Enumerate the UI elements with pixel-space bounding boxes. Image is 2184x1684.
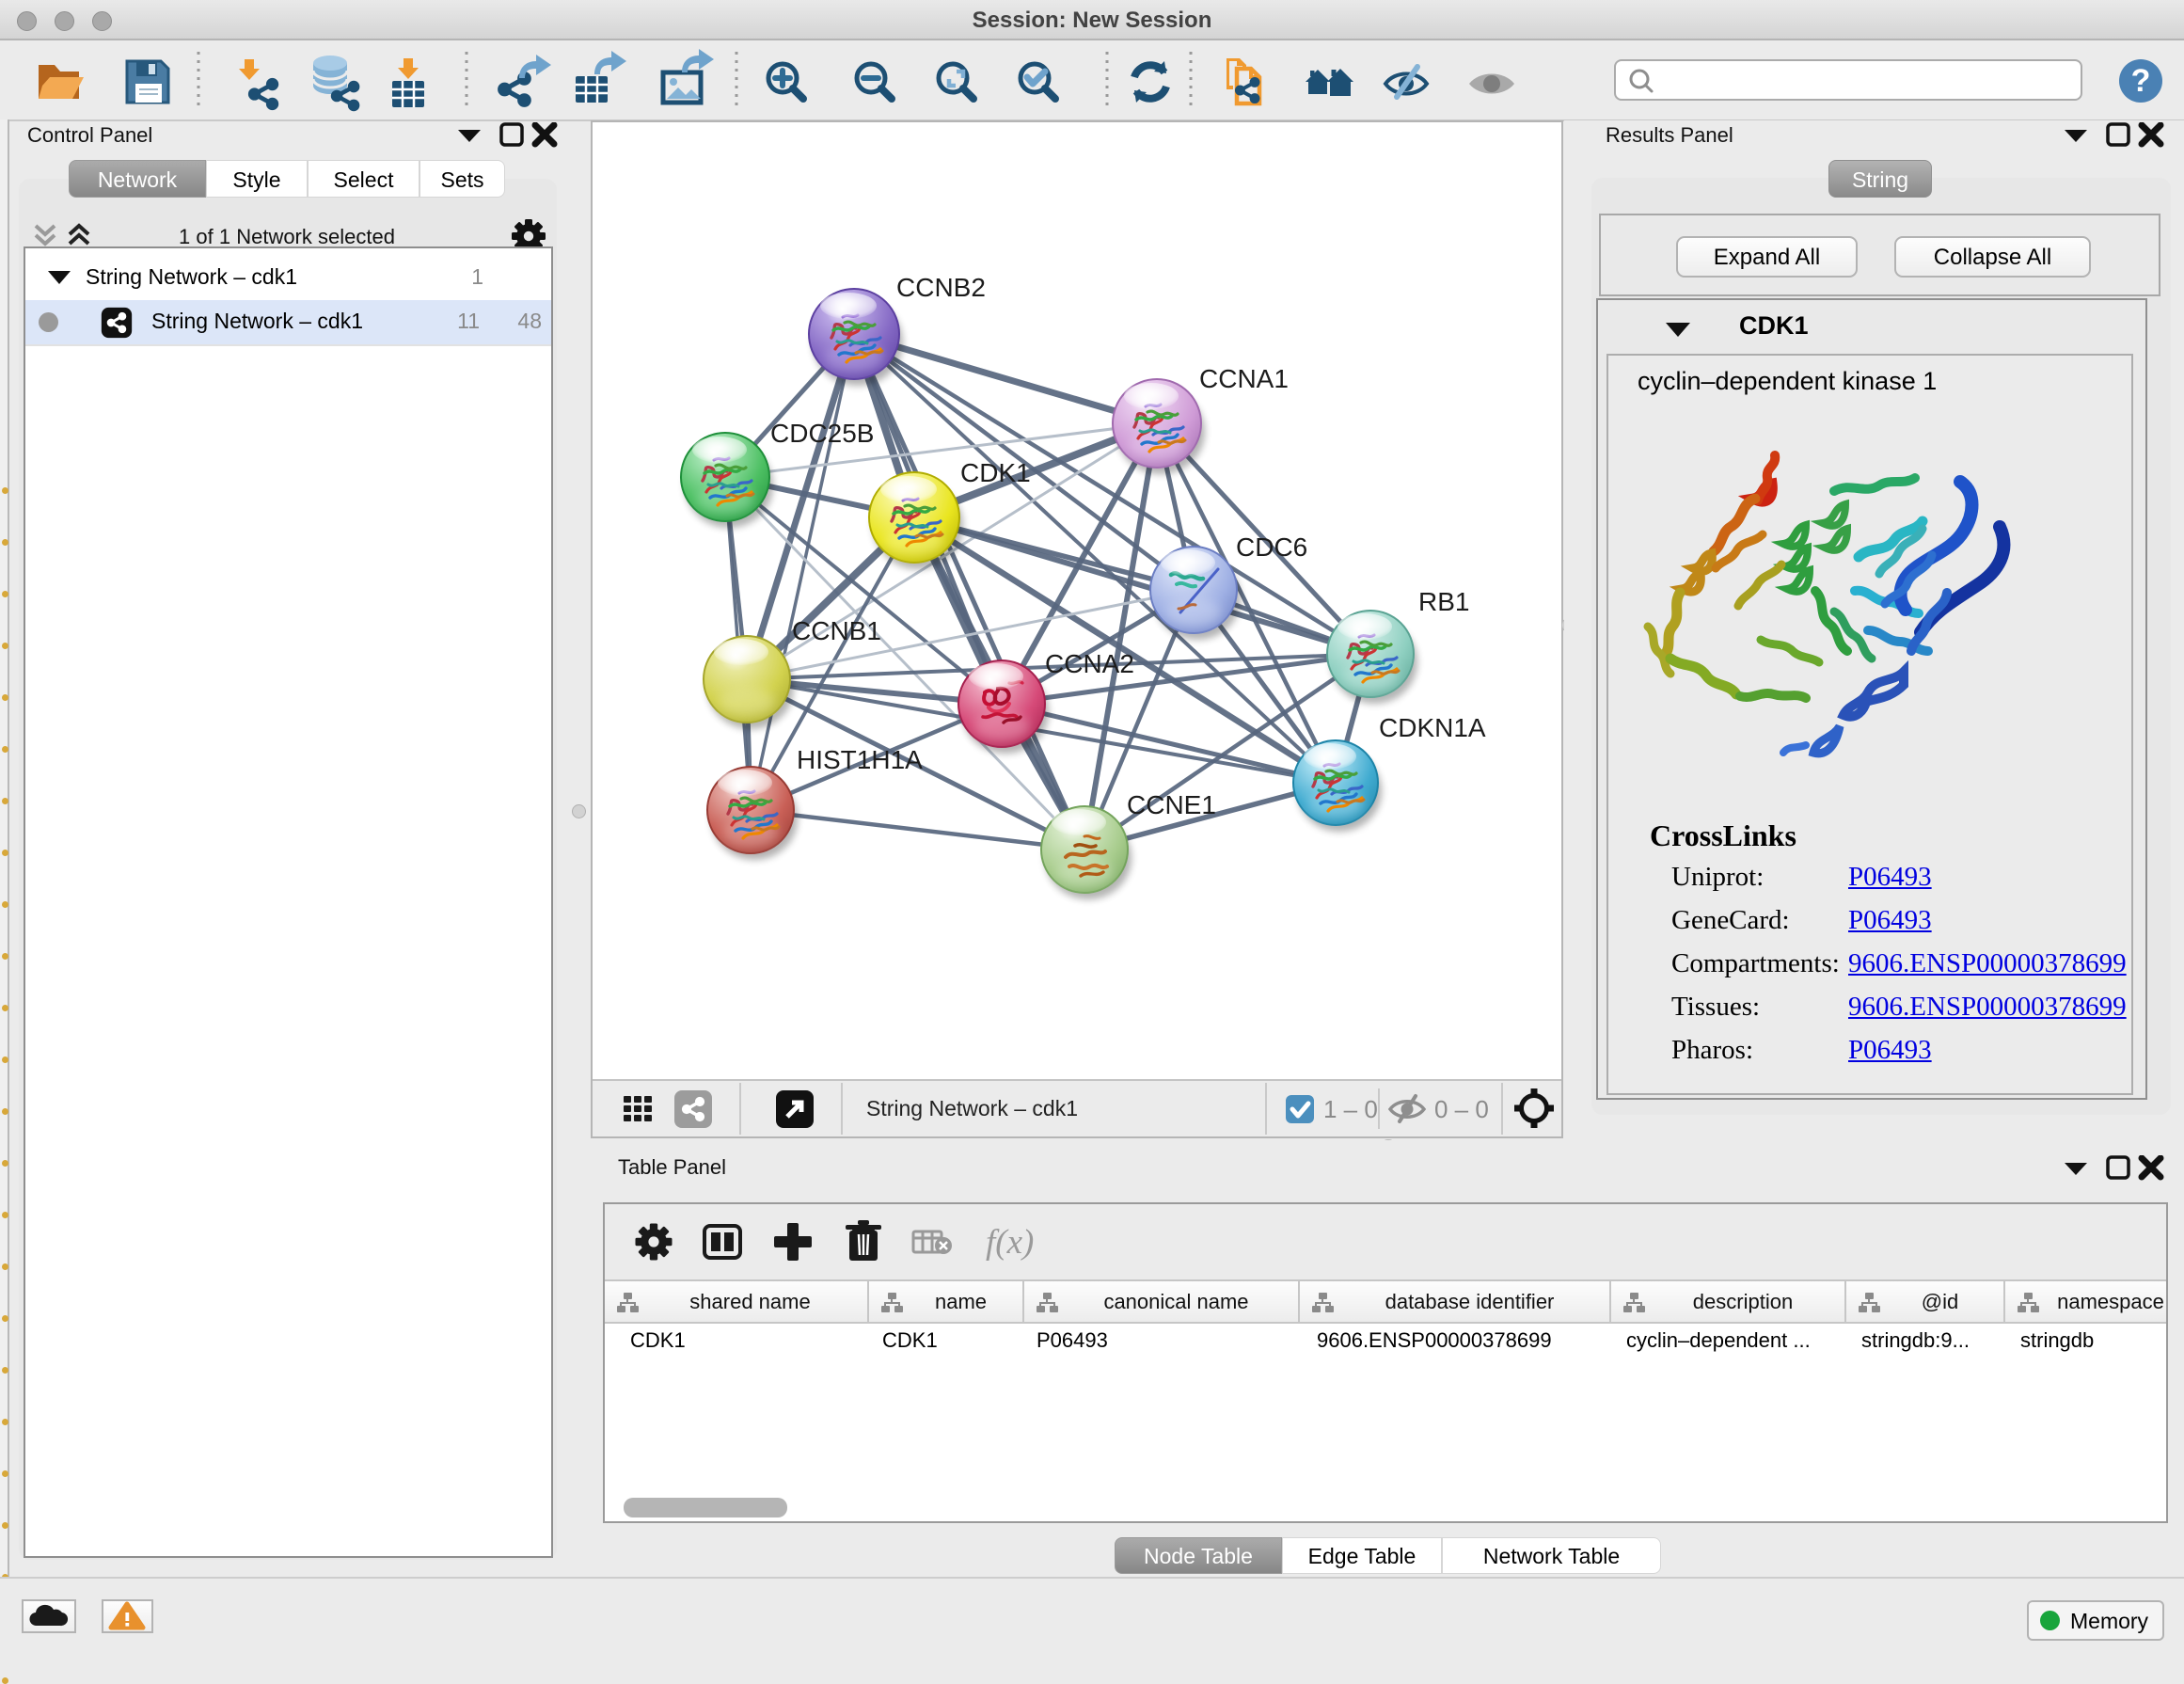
svg-text:?: ? (2131, 63, 2151, 99)
svg-text:f(x): f(x) (986, 1223, 1034, 1262)
svg-text:0 – 0: 0 – 0 (1434, 1095, 1489, 1123)
svg-text:CCNA1: CCNA1 (1199, 364, 1289, 393)
svg-text:CDC6: CDC6 (1236, 532, 1307, 562)
svg-text:CDK1: CDK1 (960, 458, 1031, 487)
svg-text:String Network – cdk1: String Network – cdk1 (866, 1096, 1078, 1120)
svg-text:CCNB1: CCNB1 (792, 616, 881, 645)
svg-text:HIST1H1A: HIST1H1A (797, 745, 923, 774)
svg-text:CCNA2: CCNA2 (1045, 649, 1134, 678)
svg-text:CDKN1A: CDKN1A (1379, 713, 1486, 742)
svg-text:RB1: RB1 (1418, 587, 1469, 616)
svg-text:CDC25B: CDC25B (770, 419, 874, 448)
svg-text:1 – 0: 1 – 0 (1323, 1095, 1378, 1123)
svg-text:CCNE1: CCNE1 (1127, 790, 1216, 819)
svg-text:CCNB2: CCNB2 (896, 273, 986, 302)
